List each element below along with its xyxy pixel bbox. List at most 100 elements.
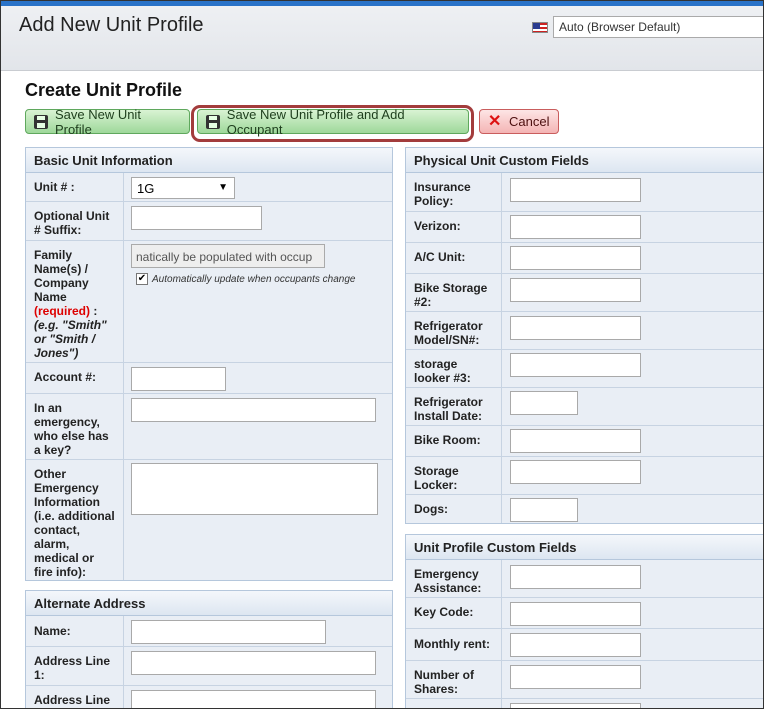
required-marker: (required) bbox=[34, 304, 91, 318]
emergency-key-label: In an emergency, who else has a key? bbox=[34, 401, 109, 457]
key-code-label: Key Code: bbox=[414, 605, 474, 619]
window-title: Add New Unit Profile bbox=[19, 14, 204, 36]
insurance-input[interactable] bbox=[510, 178, 641, 202]
panel-title: Alternate Address bbox=[26, 591, 392, 616]
panel-title: Physical Unit Custom Fields bbox=[406, 148, 763, 173]
page-title: Create Unit Profile bbox=[25, 80, 183, 100]
auto-update-checkbox[interactable]: ✔ bbox=[136, 273, 148, 285]
bike-room-input[interactable] bbox=[510, 429, 641, 453]
ac-unit-input[interactable] bbox=[510, 246, 641, 270]
storage-looker-label: storage looker #3: bbox=[414, 357, 471, 385]
custom-field-row: Refrigerator Install Date: bbox=[406, 388, 763, 426]
other-info-label: Other Emergency Information (i.e. additi… bbox=[34, 467, 115, 579]
emergency-assistance-label: Emergency Assistance: bbox=[414, 567, 482, 595]
suffix-label: Optional Unit # Suffix: bbox=[34, 209, 110, 237]
header: Add New Unit Profile Auto (Browser Defau… bbox=[1, 6, 763, 71]
bike-storage-input[interactable] bbox=[510, 278, 641, 302]
custom-field-row: Emergency Assistance: bbox=[406, 560, 763, 598]
family-row: Family Name(s) / Company Name (required)… bbox=[26, 241, 392, 363]
physical-custom-panel: Physical Unit Custom Fields Insurance Pol… bbox=[405, 147, 763, 525]
account-input[interactable] bbox=[131, 367, 226, 391]
window: Add New Unit Profile Auto (Browser Defau… bbox=[0, 0, 764, 709]
custom-field-row: Verizon: bbox=[406, 212, 763, 243]
refrigerator-date-input[interactable] bbox=[510, 391, 578, 415]
dogs-label: Dogs: bbox=[414, 502, 448, 516]
floppy-disk-icon bbox=[34, 114, 48, 129]
save-and-add-occupant-button[interactable]: Save New Unit Profile and Add Occupant bbox=[197, 106, 469, 137]
account-label: Account #: bbox=[34, 370, 97, 384]
us-flag-icon bbox=[532, 21, 548, 33]
bike-room-label: Bike Room: bbox=[414, 433, 481, 447]
verizon-input[interactable] bbox=[510, 215, 641, 239]
addr1-row: Address Line 1: bbox=[26, 647, 392, 686]
key-code-input[interactable] bbox=[510, 602, 641, 626]
panel-title: Unit Profile Custom Fields bbox=[406, 535, 763, 560]
unit-label: Unit # : bbox=[34, 180, 75, 194]
ac-unit-label: A/C Unit: bbox=[414, 250, 466, 264]
shares-label: Number of Shares: bbox=[414, 668, 474, 696]
family-label: Family Name(s) / Company Name (required)… bbox=[34, 248, 107, 360]
refrigerator-model-input[interactable] bbox=[510, 316, 641, 340]
save-button-label: Save New Unit Profile bbox=[54, 106, 141, 137]
save-and-add-label: Save New Unit Profile and Add Occupant bbox=[226, 106, 405, 137]
addr2-label: Address Line bbox=[34, 693, 111, 707]
emergency-key-input[interactable] bbox=[131, 398, 376, 422]
custom-field-row: Monthly rent: bbox=[406, 629, 763, 661]
suffix-input[interactable] bbox=[131, 206, 262, 230]
profile-custom-panel: Unit Profile Custom Fields Emergency Assi… bbox=[405, 534, 763, 708]
custom-field-row: A/C Unit: bbox=[406, 243, 763, 274]
unit-row: Unit # : 1G ▼ bbox=[26, 173, 392, 202]
monthly-rent-label: Monthly rent: bbox=[414, 637, 490, 651]
addr2-input[interactable] bbox=[131, 690, 376, 708]
shares-input[interactable] bbox=[510, 665, 641, 689]
next-field-input[interactable] bbox=[510, 703, 641, 708]
insurance-label: Insurance Policy: bbox=[414, 180, 471, 208]
refrigerator-model-label: Refrigerator Model/SN#: bbox=[414, 319, 483, 347]
alt-name-input[interactable] bbox=[131, 620, 326, 644]
suffix-row: Optional Unit # Suffix: bbox=[26, 202, 392, 241]
language-select[interactable]: Auto (Browser Default) bbox=[552, 16, 763, 38]
custom-field-row: Insurance Policy: bbox=[406, 173, 763, 212]
other-info-textarea[interactable] bbox=[131, 463, 378, 515]
addr1-label: Address Line 1: bbox=[34, 654, 111, 682]
basic-unit-panel: Basic Unit Information Unit # : 1G ▼ Opt… bbox=[25, 147, 393, 581]
chevron-down-icon: ▼ bbox=[218, 182, 228, 193]
storage-locker-input[interactable] bbox=[510, 460, 641, 484]
bike-storage-label: Bike Storage #2: bbox=[414, 281, 488, 309]
emergency-key-row: In an emergency, who else has a key? bbox=[26, 394, 392, 460]
language-picker[interactable]: Auto (Browser Default) bbox=[532, 16, 763, 38]
other-info-row: Other Emergency Information (i.e. additi… bbox=[26, 460, 392, 582]
alt-name-row: Name: bbox=[26, 616, 392, 647]
dogs-input[interactable] bbox=[510, 498, 578, 522]
custom-field-row: Bike Room: bbox=[406, 426, 763, 457]
addr1-input[interactable] bbox=[131, 651, 376, 675]
floppy-disk-icon bbox=[206, 114, 220, 129]
monthly-rent-input[interactable] bbox=[510, 633, 641, 657]
unit-select[interactable]: 1G ▼ bbox=[131, 177, 235, 199]
alt-name-label: Name: bbox=[34, 624, 71, 638]
refrigerator-date-label: Refrigerator Install Date: bbox=[414, 395, 483, 423]
cancel-button[interactable]: ✕ Cancel bbox=[479, 109, 559, 134]
close-icon: ✕ bbox=[488, 112, 502, 130]
save-button[interactable]: Save New Unit Profile bbox=[25, 106, 190, 137]
custom-field-row: Key Code: bbox=[406, 598, 763, 629]
custom-field-row: Number of Shares: bbox=[406, 661, 763, 699]
custom-field-row: storage looker #3: bbox=[406, 350, 763, 388]
storage-locker-label: Storage Locker: bbox=[414, 464, 459, 492]
custom-field-row: Refrigerator Model/SN#: bbox=[406, 312, 763, 350]
verizon-label: Verizon: bbox=[414, 219, 461, 233]
cancel-label: Cancel bbox=[509, 114, 550, 129]
family-name-input[interactable]: natically be populated with occup bbox=[131, 244, 325, 268]
panel-title: Basic Unit Information bbox=[26, 148, 392, 173]
custom-field-row: Dogs: bbox=[406, 495, 763, 525]
emergency-assistance-input[interactable] bbox=[510, 565, 641, 589]
custom-field-row bbox=[406, 699, 763, 708]
addr2-row: Address Line bbox=[26, 686, 392, 708]
storage-looker-input[interactable] bbox=[510, 353, 641, 377]
unit-value: 1G bbox=[137, 181, 155, 196]
custom-field-row: Storage Locker: bbox=[406, 457, 763, 495]
auto-update-label: Automatically update when occupants chan… bbox=[152, 274, 356, 285]
alternate-address-panel: Alternate Address Name: Address Line 1: … bbox=[25, 590, 393, 708]
account-row: Account #: bbox=[26, 363, 392, 394]
custom-field-row: Bike Storage #2: bbox=[406, 274, 763, 312]
